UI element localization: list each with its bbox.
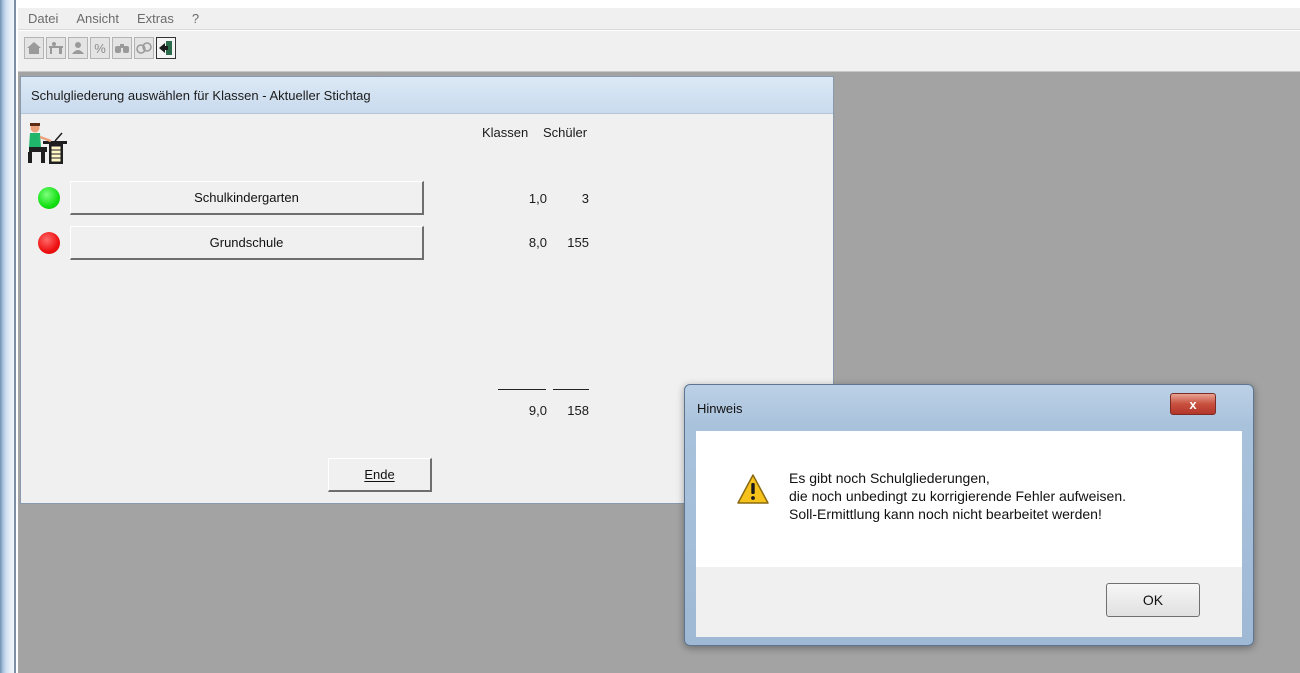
ok-button[interactable]: OK bbox=[1106, 583, 1200, 617]
percent-glyph: % bbox=[94, 40, 106, 56]
coins-icon[interactable] bbox=[134, 37, 154, 59]
dialog-title: Hinweis bbox=[697, 401, 743, 416]
window-titlebar[interactable]: Schulgliederung auswählen für Klassen - … bbox=[21, 77, 833, 114]
total-klassen: 9,0 bbox=[528, 403, 547, 418]
dialog-footer: OK bbox=[696, 567, 1242, 637]
teacher-icon[interactable] bbox=[68, 37, 88, 59]
close-icon[interactable]: x bbox=[1170, 393, 1216, 415]
exit-icon[interactable] bbox=[156, 37, 176, 59]
schueler-value: 3 bbox=[581, 191, 589, 206]
menu-bar: Datei Ansicht Extras ? bbox=[18, 8, 1300, 30]
column-header-schueler: Schüler bbox=[543, 125, 588, 140]
status-error-indicator bbox=[38, 232, 60, 254]
window-title: Schulgliederung auswählen für Klassen - … bbox=[31, 88, 371, 103]
menu-datei[interactable]: Datei bbox=[28, 11, 58, 26]
message-line: Soll-Ermittlung kann noch nicht bearbeit… bbox=[789, 506, 1102, 522]
percent-icon[interactable]: % bbox=[90, 37, 110, 59]
status-ok-indicator bbox=[38, 187, 60, 209]
dialog-message: Es gibt noch Schulgliederungen, die noch… bbox=[789, 469, 1126, 523]
menu-ansicht[interactable]: Ansicht bbox=[76, 11, 119, 26]
toolbar: % bbox=[18, 31, 1300, 72]
desk-icon[interactable] bbox=[46, 37, 66, 59]
sum-line-schueler bbox=[553, 389, 589, 390]
klassen-value: 1,0 bbox=[528, 191, 547, 206]
total-schueler: 158 bbox=[567, 403, 589, 418]
message-line: Es gibt noch Schulgliederungen, bbox=[789, 470, 990, 486]
ende-button[interactable]: Ende bbox=[328, 458, 432, 492]
sum-line-klassen bbox=[498, 389, 546, 390]
menu-help[interactable]: ? bbox=[192, 11, 199, 26]
close-glyph: x bbox=[1189, 396, 1197, 412]
klassen-value: 8,0 bbox=[528, 235, 547, 250]
grundschule-button[interactable]: Grundschule bbox=[70, 226, 424, 260]
binoculars-icon[interactable] bbox=[112, 37, 132, 59]
dialog-body: Es gibt noch Schulgliederungen, die noch… bbox=[696, 431, 1242, 567]
hinweis-dialog: Hinweis x Es gibt noch Schulgliederungen… bbox=[684, 384, 1254, 646]
window-frame-edge bbox=[0, 0, 16, 673]
menu-extras[interactable]: Extras bbox=[137, 11, 174, 26]
message-line: die noch unbedingt zu korrigierende Fehl… bbox=[789, 488, 1126, 504]
schueler-value: 155 bbox=[567, 235, 589, 250]
student-at-desk-icon bbox=[25, 121, 71, 167]
column-header-klassen: Klassen bbox=[482, 125, 529, 140]
schulkindergarten-button[interactable]: Schulkindergarten bbox=[70, 181, 424, 215]
home-icon[interactable] bbox=[24, 37, 44, 59]
warning-icon bbox=[736, 473, 770, 505]
